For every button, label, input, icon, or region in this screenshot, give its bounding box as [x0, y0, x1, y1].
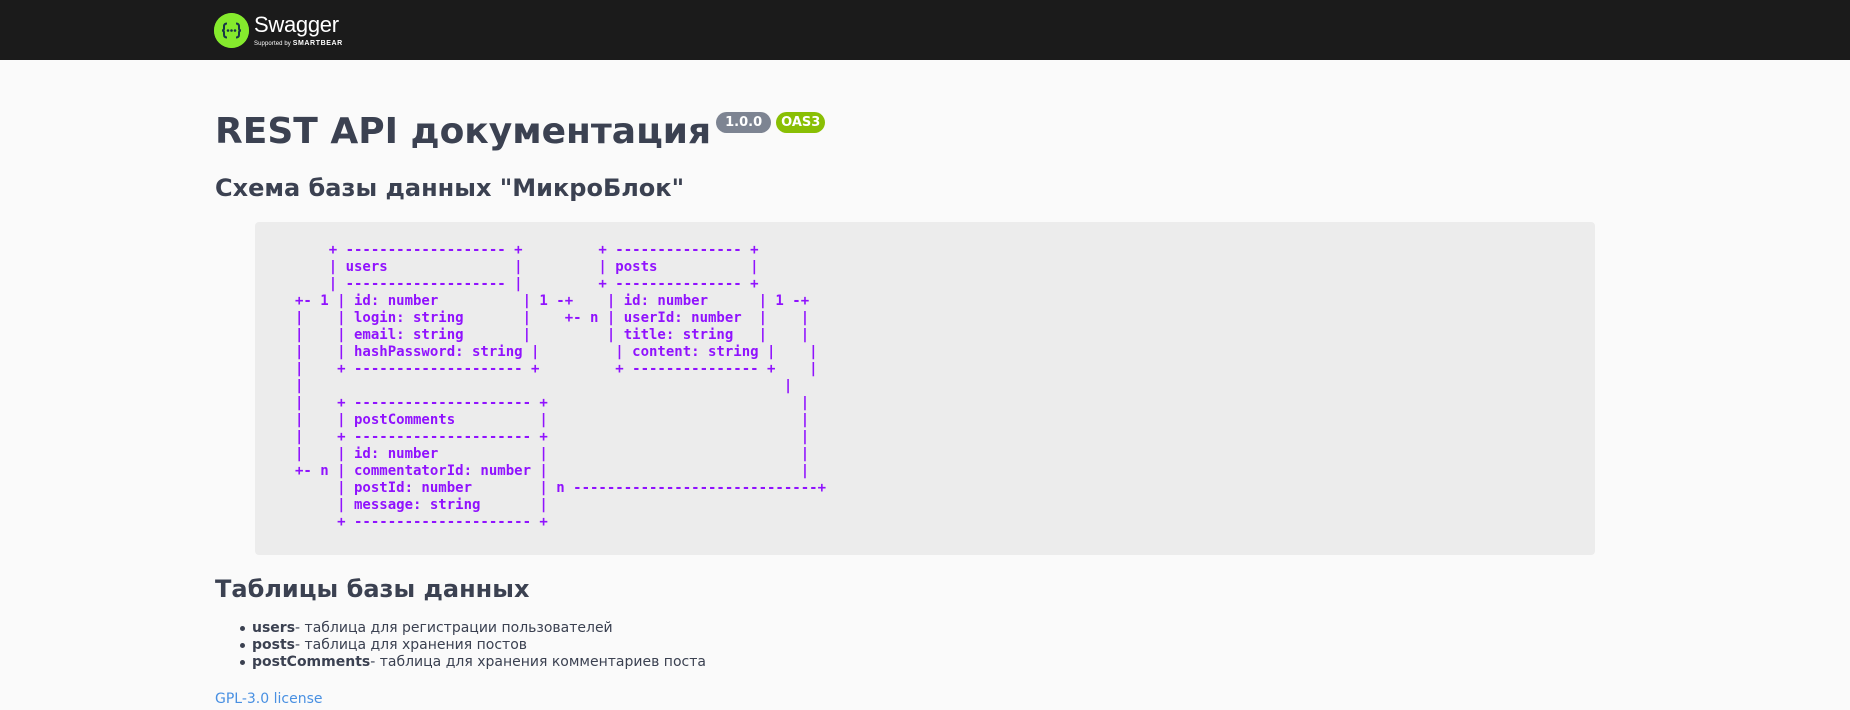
- brand-text: Swagger Supported by SMARTBEAR: [254, 11, 343, 47]
- diagram-line: | message: string |: [295, 497, 548, 513]
- swagger-logo-icon: [214, 12, 249, 48]
- oas-badge: OAS3: [776, 112, 826, 133]
- diagram-line: | users | | posts |: [295, 259, 759, 275]
- diagram-line: | | email: string | | title: string | |: [295, 327, 810, 343]
- list-item: postComments - таблица для хранения комм…: [240, 654, 706, 671]
- tables-list: users - таблица для регистрации пользова…: [240, 620, 706, 671]
- bullet-icon: [240, 660, 245, 665]
- table-name: posts: [252, 637, 295, 653]
- schema-heading: Схема базы данных "МикроБлок": [215, 174, 685, 202]
- tables-heading: Таблицы базы данных: [215, 575, 530, 603]
- diagram-line: | postId: number | n -------------------…: [295, 480, 827, 496]
- brand-subtitle: Supported by SMARTBEAR: [254, 40, 343, 47]
- table-name: users: [252, 620, 296, 636]
- table-name: postComments: [252, 654, 371, 670]
- version-badge: 1.0.0: [716, 112, 772, 133]
- diagram-line: | |: [295, 378, 793, 394]
- license-link[interactable]: GPL-3.0 license: [215, 691, 322, 708]
- list-item: users - таблица для регистрации пользова…: [240, 620, 706, 637]
- title-row: REST API документация 1.0.0 OAS3: [215, 107, 826, 157]
- diagram-line: | + --------------------- + |: [295, 395, 810, 411]
- topbar: Swagger Supported by SMARTBEAR: [0, 0, 1850, 60]
- diagram-line: | + --------------------- + |: [295, 429, 810, 445]
- diagram-line: | | id: number | |: [295, 446, 810, 462]
- diagram-line: | | hashPassword: string | | content: st…: [295, 344, 818, 360]
- list-item: posts - таблица для хранения постов: [240, 637, 706, 654]
- table-description: - таблица для регистрации пользователей: [295, 620, 613, 636]
- brand-sub-prefix: Supported by: [254, 40, 291, 47]
- schema-diagram-block: + ------------------- + + --------------…: [255, 222, 1595, 555]
- diagram-line: +- n | commentatorId: number | |: [295, 463, 810, 479]
- diagram-line: | | postComments | |: [295, 412, 810, 428]
- diagram-line: +- 1 | id: number | 1 -+ | id: number | …: [295, 293, 810, 309]
- swagger-logo-link[interactable]: Swagger Supported by SMARTBEAR: [214, 10, 343, 50]
- bullet-icon: [240, 643, 245, 648]
- diagram-line: | ------------------- | + --------------…: [295, 276, 759, 292]
- diagram-line: | + -------------------- + + -----------…: [295, 361, 818, 377]
- page-title: REST API документация: [215, 111, 712, 152]
- diagram-line: + --------------------- +: [295, 514, 548, 530]
- diagram-line: | | login: string | +- n | userId: numbe…: [295, 310, 810, 326]
- diagram-line: + ------------------- + + --------------…: [295, 242, 759, 258]
- bullet-icon: [240, 626, 245, 631]
- brand-name: Swagger: [254, 11, 339, 37]
- schema-diagram: + ------------------- + + --------------…: [295, 242, 826, 531]
- table-description: - таблица для хранения комментариев пост…: [370, 654, 706, 670]
- brand-sub-company: SMARTBEAR: [292, 39, 343, 47]
- table-description: - таблица для хранения постов: [295, 637, 528, 653]
